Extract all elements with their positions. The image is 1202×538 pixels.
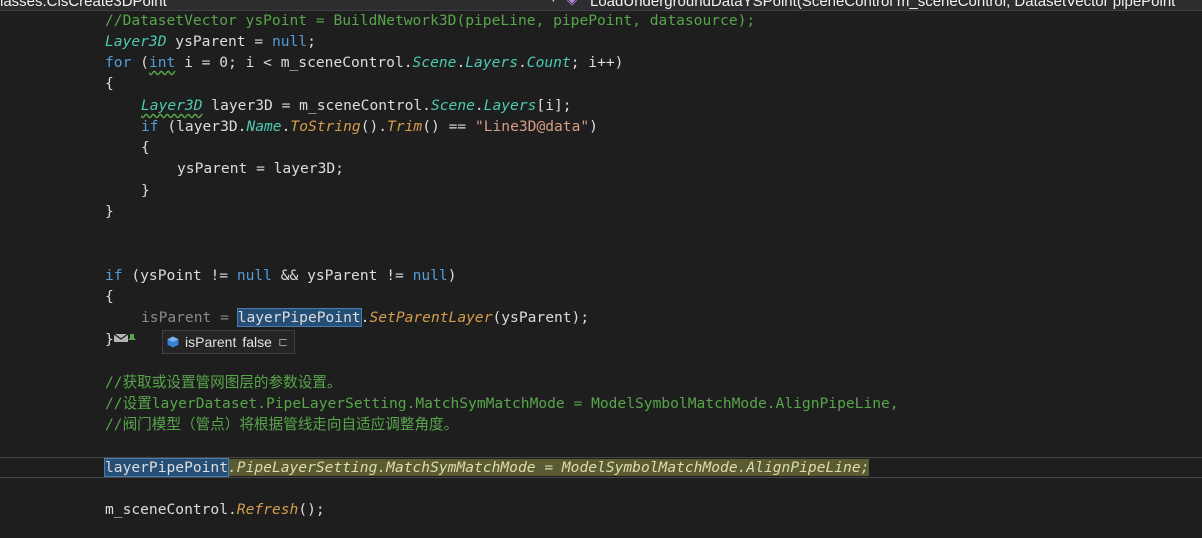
keyword: null [412, 267, 448, 284]
dropdown-caret-icon[interactable]: ▼ [548, 0, 559, 5]
brace: } [141, 182, 150, 199]
code-line-9[interactable]: } [0, 180, 1202, 201]
code-text: . [517, 54, 527, 71]
property: Scene [430, 97, 475, 114]
code-text: () == [422, 118, 475, 135]
comment: //阀门模型（管点）将根据管线走向自适应调整角度。 [105, 416, 459, 433]
code-line-2[interactable]: Layer3D ysParent = null; [0, 31, 1202, 52]
current-statement[interactable]: .PipeLayerSetting.MatchSymMatchMode = Mo… [228, 459, 870, 476]
code-text: ysParent = layer3D; [177, 160, 344, 177]
property: Count [526, 54, 571, 71]
method-call: Trim [387, 118, 423, 135]
brace: } [105, 331, 114, 348]
code-text: m_sceneControl. [105, 501, 237, 518]
code-text: (); [298, 501, 325, 518]
method-call: Refresh [236, 501, 299, 518]
code-text: ysParent = [166, 33, 272, 50]
datatip[interactable]: isParent false ⊏ [162, 330, 295, 354]
comment: //DatasetVector ysPoint = BuildNetwork3D… [105, 12, 756, 29]
code-text: = [211, 309, 238, 326]
property: Layers [483, 97, 537, 114]
brace: { [141, 139, 150, 156]
code-line-20-current[interactable]: layerPipePoint.PipeLayerSetting.MatchSym… [0, 457, 1202, 478]
comment: //设置layerDataset.PipeLayerSetting.MatchS… [105, 395, 899, 412]
keyword: null [236, 267, 272, 284]
keyword-int: int [148, 54, 176, 71]
keyword: null [271, 33, 308, 50]
code-line-22[interactable]: m_sceneControl.Refresh(); [0, 499, 1202, 520]
pin-icon[interactable] [127, 333, 136, 343]
keyword: if [141, 118, 159, 135]
code-line-7[interactable]: { [0, 137, 1202, 158]
method-call: SetParentLayer [369, 309, 493, 326]
code-text: (ysPoint != [122, 267, 237, 284]
code-line-1[interactable]: //DatasetVector ysPoint = BuildNetwork3D… [0, 10, 1202, 31]
class-selector[interactable]: lasses.CisCreate3DPoint [0, 0, 167, 10]
property: Name [246, 118, 282, 135]
datatip-value[interactable]: false [242, 334, 272, 350]
code-text: layer3D = m_sceneControl. [202, 97, 431, 114]
comment: //获取或设置管网图层的参数设置。 [105, 374, 342, 391]
code-text: [i]; [536, 97, 572, 114]
code-line-6[interactable]: if (layer3D.Name.ToString().Trim() == "L… [0, 116, 1202, 137]
code-text: (). [360, 118, 388, 135]
highlighted-reference[interactable]: layerPipePoint [103, 458, 230, 477]
code-line-13[interactable]: { [0, 286, 1202, 307]
code-line-10[interactable]: } [0, 201, 1202, 222]
method-selector[interactable]: LoadUndergroundDataYSPoint(SceneControl … [590, 0, 1175, 10]
code-line-12[interactable]: if (ysPoint != null && ysParent != null) [0, 265, 1202, 286]
code-text: . [456, 54, 466, 71]
code-line-8[interactable]: ysParent = layer3D; [0, 158, 1202, 179]
code-line-5[interactable]: Layer3D layer3D = m_sceneControl.Scene.L… [0, 95, 1202, 116]
datatip-pin-icon[interactable]: ⊏ [278, 335, 288, 349]
datatip-name: isParent [185, 334, 237, 350]
type-name: Layer3D [141, 97, 203, 114]
code-line-4[interactable]: { [0, 73, 1202, 94]
brace: { [105, 288, 114, 305]
code-line-19[interactable]: //阀门模型（管点）将根据管线走向自适应调整角度。 [0, 414, 1202, 435]
highlighted-reference[interactable]: layerPipePoint [236, 308, 362, 327]
string-literal: "Line3D@data" [474, 118, 590, 135]
brace: } [105, 203, 114, 220]
code-text: (layer3D. [158, 118, 247, 135]
method-icon: ◈ [567, 0, 579, 6]
envelope-icon[interactable] [113, 333, 128, 343]
code-text: ) [589, 118, 598, 135]
code-line-3[interactable]: for (int i = 0; i < m_sceneControl.Scene… [0, 52, 1202, 73]
type-name: Layer3D [105, 33, 167, 50]
code-line-18[interactable]: //设置layerDataset.PipeLayerSetting.MatchS… [0, 393, 1202, 414]
code-text: i = 0; i < m_sceneControl. [175, 54, 413, 71]
brace: { [105, 75, 114, 92]
code-editor[interactable]: //DatasetVector ysPoint = BuildNetwork3D… [0, 10, 1202, 538]
code-line-17[interactable]: //获取或设置管网图层的参数设置。 [0, 372, 1202, 393]
property: Layers [465, 54, 518, 71]
code-text: . [474, 97, 484, 114]
code-text: ) [447, 267, 457, 284]
method-call: ToString [290, 118, 361, 135]
code-line-14[interactable]: isParent = layerPipePoint.SetParentLayer… [0, 307, 1202, 328]
keyword: for [105, 54, 132, 71]
code-text: ; i++) [570, 54, 624, 71]
variable-name: isParent [141, 309, 212, 326]
field-cube-icon [167, 336, 179, 348]
code-text: ( [131, 54, 149, 71]
code-text: (ysParent); [492, 309, 590, 326]
code-text: && ysParent != [271, 267, 413, 284]
property: Scene [412, 54, 457, 71]
keyword: if [105, 267, 123, 284]
